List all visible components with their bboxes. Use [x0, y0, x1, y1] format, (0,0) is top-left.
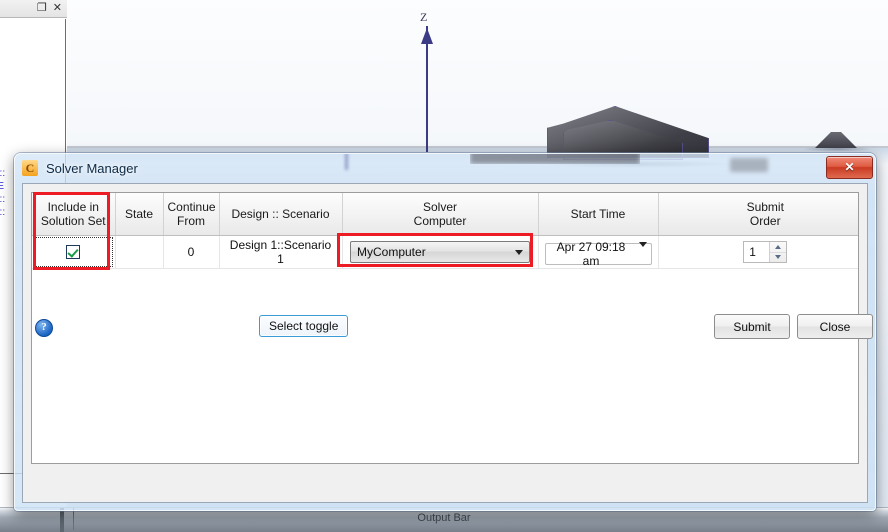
dialog-close-button[interactable]: ✕: [826, 156, 873, 179]
start-time-value: Apr 27 09:18 am: [556, 239, 626, 268]
start-time-dropdown[interactable]: Apr 27 09:18 am: [544, 239, 652, 268]
tree-item[interactable]: 3::: [0, 167, 5, 180]
model-tree-items: 3:: -E 2:: 1::: [0, 167, 5, 219]
column-header-solver-computer[interactable]: Solver Computer: [342, 193, 539, 236]
include-in-solution-set-checkbox[interactable]: [66, 245, 81, 260]
header-line-1: Solver: [422, 200, 457, 214]
header-line-2: Computer: [413, 214, 467, 228]
column-header-design-scenario[interactable]: Design :: Scenario: [219, 193, 343, 236]
column-header-state[interactable]: State: [115, 193, 164, 236]
header-line-1: State: [124, 207, 154, 221]
header-line-2: From: [177, 214, 205, 228]
select-toggle-button[interactable]: Select toggle: [259, 315, 349, 337]
submit-order-value: 1: [749, 245, 756, 259]
cell-submit-order[interactable]: 1: [658, 235, 858, 269]
header-line-2: Order: [749, 214, 781, 228]
z-axis-arrowhead: [421, 28, 433, 44]
stepper-increment-button[interactable]: [770, 242, 787, 253]
dialog-title: Solver Manager: [46, 160, 138, 176]
cell-continue-from[interactable]: 0: [163, 235, 220, 269]
host-window-controls: ❐ ✕: [0, 0, 68, 18]
header-line-1: Include in: [47, 200, 99, 214]
z-axis-indicator: Z: [416, 10, 438, 152]
cell-state: [115, 235, 164, 269]
tree-item[interactable]: 1::: [0, 206, 5, 219]
grid-header-row: Include in Solution Set State Continue F…: [32, 193, 858, 236]
tree-item[interactable]: 2::: [0, 193, 5, 206]
column-header-include-in-solution-set[interactable]: Include in Solution Set: [32, 193, 116, 236]
z-axis-label: Z: [420, 10, 428, 24]
close-icon[interactable]: ✕: [53, 3, 62, 14]
cell-include-in-solution-set[interactable]: [32, 235, 116, 269]
header-line-2: Solution Set: [40, 214, 106, 228]
cad-model-secondary[interactable]: [815, 132, 857, 148]
cell-start-time[interactable]: Apr 27 09:18 am: [538, 235, 659, 269]
output-bar-label: Output Bar: [417, 512, 471, 524]
restore-icon[interactable]: ❐: [37, 3, 47, 14]
stepper-buttons: [769, 242, 787, 263]
header-line-1: Design :: Scenario: [231, 207, 330, 221]
header-line-1: Start Time: [570, 207, 626, 221]
table-row[interactable]: 0 Design 1::Scenario 1 MyComputer Apr 27…: [32, 235, 858, 269]
dialog-titlebar[interactable]: C Solver Manager ✕: [14, 153, 876, 183]
submit-button[interactable]: Submit: [714, 314, 790, 339]
help-icon[interactable]: ?: [35, 319, 53, 337]
app-logo-icon: C: [22, 160, 38, 176]
chevron-down-icon[interactable]: [511, 243, 527, 261]
column-header-start-time[interactable]: Start Time: [538, 193, 659, 236]
solver-computer-dropdown[interactable]: MyComputer: [350, 241, 530, 263]
dialog-body: Include in Solution Set State Continue F…: [22, 183, 873, 503]
solver-manager-dialog[interactable]: C Solver Manager ✕ Include in Solution S…: [14, 153, 876, 511]
column-header-continue-from[interactable]: Continue From: [163, 193, 220, 236]
solver-jobs-grid: Include in Solution Set State Continue F…: [32, 193, 858, 269]
column-header-submit-order[interactable]: Submit Order: [658, 193, 858, 236]
chevron-down-icon[interactable]: [638, 241, 647, 261]
solver-computer-selected-value: MyComputer: [357, 245, 426, 259]
header-line-1: Submit: [746, 200, 784, 214]
close-icon: ✕: [844, 160, 855, 174]
close-button[interactable]: Close: [797, 314, 873, 339]
stepper-decrement-button[interactable]: [770, 253, 786, 263]
tree-item[interactable]: -E: [0, 180, 5, 193]
cell-solver-computer[interactable]: MyComputer: [342, 235, 539, 269]
submit-order-stepper[interactable]: 1: [743, 241, 788, 263]
cell-design-scenario: Design 1::Scenario 1: [219, 235, 343, 269]
z-axis-shaft: [426, 26, 428, 152]
header-line-1: Continue: [167, 200, 216, 214]
